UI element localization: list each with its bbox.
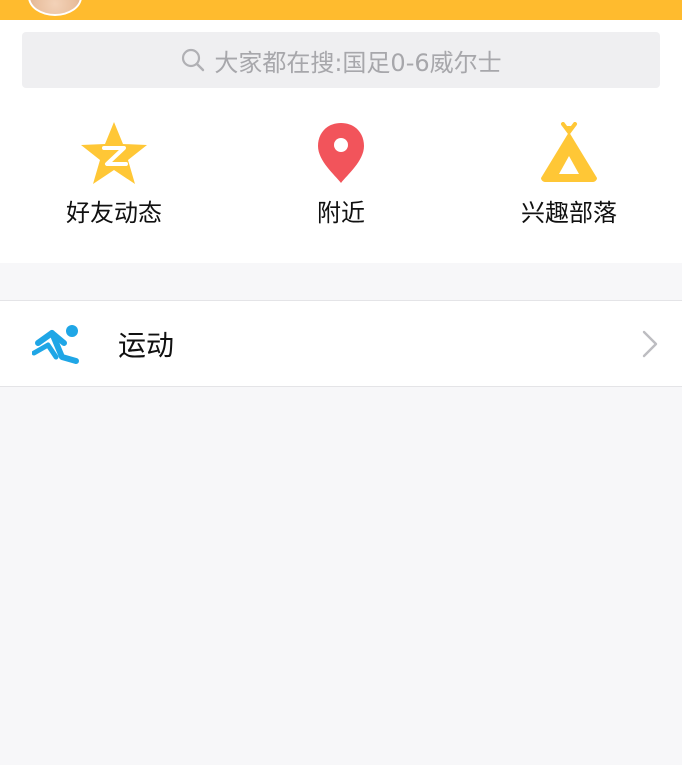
list-item-sports[interactable]: 运动: [0, 301, 682, 386]
screen: 大家都在搜:国足0-6威尔士 好友动态 附近 兴趣部落 运动: [0, 0, 682, 765]
qzone-star-icon: [79, 120, 149, 190]
top-panel: 大家都在搜:国足0-6威尔士 好友动态 附近 兴趣部落: [0, 20, 682, 263]
search-placeholder: 大家都在搜:国足0-6威尔士: [214, 48, 502, 77]
avatar[interactable]: [28, 0, 82, 16]
divider: [0, 386, 682, 387]
search-icon: [180, 47, 206, 73]
list-item-label: 运动: [118, 328, 175, 362]
shortcut-grid: 好友动态 附近 兴趣部落: [0, 120, 682, 240]
shortcut-label: 附近: [317, 199, 365, 227]
chevron-right-icon: [638, 329, 662, 359]
running-icon: [30, 322, 86, 366]
shortcut-friend-feed[interactable]: 好友动态: [14, 120, 214, 240]
shortcut-label: 兴趣部落: [521, 199, 617, 227]
shortcut-label: 好友动态: [66, 199, 162, 227]
search-bar[interactable]: 大家都在搜:国足0-6威尔士: [22, 32, 660, 88]
shortcut-interest-tribe[interactable]: 兴趣部落: [469, 120, 669, 240]
header-bar: [0, 0, 682, 20]
shortcut-nearby[interactable]: 附近: [241, 120, 441, 240]
tent-icon: [537, 122, 601, 188]
location-pin-icon: [315, 121, 367, 189]
